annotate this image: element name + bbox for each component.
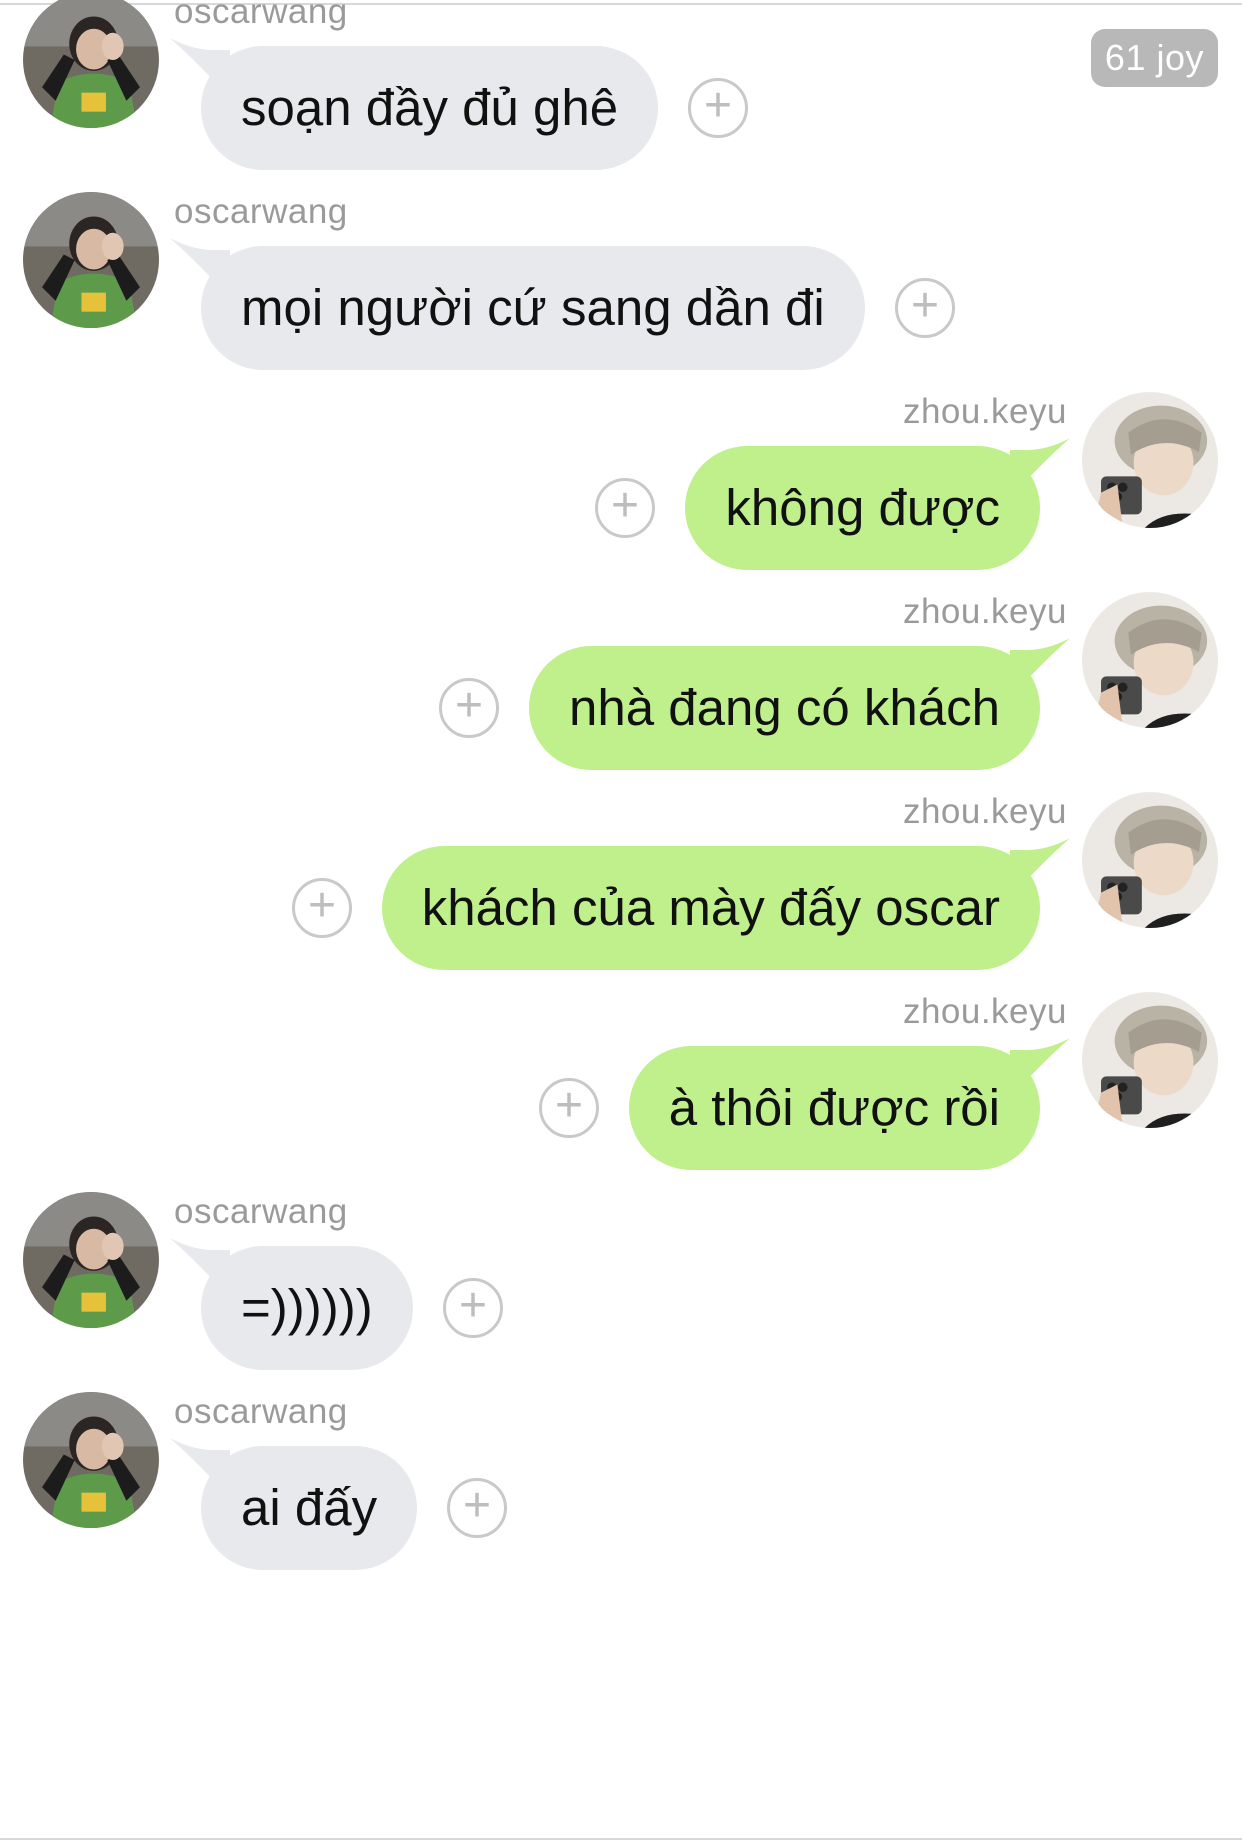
sender-name: zhou.keyu [902,392,1067,431]
add-reaction-icon[interactable]: + [895,278,955,338]
incoming-message-bubble[interactable]: =)))))) [201,1246,413,1370]
add-reaction-icon[interactable]: + [539,1078,599,1138]
oscarwang-avatar[interactable] [23,192,159,328]
add-reaction-icon[interactable]: + [443,1278,503,1338]
sender-name: oscarwang [174,192,348,231]
add-reaction-icon[interactable]: + [688,78,748,138]
oscarwang-avatar[interactable] [23,0,159,128]
zhou-keyu-avatar[interactable] [1082,592,1218,728]
sender-name: zhou.keyu [902,992,1067,1031]
zhou-keyu-avatar[interactable] [1082,792,1218,928]
add-reaction-icon[interactable]: + [292,878,352,938]
message-row: oscarwang =)))))) + [0,1192,1242,1392]
add-reaction-icon[interactable]: + [595,478,655,538]
message-row: zhou.keyu không được + [0,392,1242,592]
outgoing-message-bubble[interactable]: à thôi được rồi [628,1046,1040,1170]
incoming-message-bubble[interactable]: soạn đầy đủ ghê [201,46,659,170]
oscarwang-avatar[interactable] [23,1192,159,1328]
incoming-message-bubble[interactable]: ai đấy [201,1446,418,1570]
outgoing-message-bubble[interactable]: không được [685,446,1040,570]
sender-name: zhou.keyu [902,592,1067,631]
message-row: zhou.keyu à thôi được rồi + [0,992,1242,1192]
sender-name: zhou.keyu [902,792,1067,831]
message-row: oscarwang soạn đầy đủ ghê + [0,0,1242,192]
add-reaction-icon[interactable]: + [447,1478,507,1538]
zhou-keyu-avatar[interactable] [1082,392,1218,528]
sender-name: oscarwang [174,1392,348,1431]
message-row: zhou.keyu khách của mày đấy oscar + [0,792,1242,992]
outgoing-message-bubble[interactable]: khách của mày đấy oscar [381,846,1040,970]
sender-name: oscarwang [174,0,348,31]
outgoing-message-bubble[interactable]: nhà đang có khách [528,646,1040,770]
incoming-message-bubble[interactable]: mọi người cứ sang dần đi [201,246,865,370]
message-row: oscarwang mọi người cứ sang dần đi + [0,192,1242,392]
sender-name: oscarwang [174,1192,348,1231]
message-row: oscarwang ai đấy + [0,1392,1242,1592]
add-reaction-icon[interactable]: + [439,678,499,738]
oscarwang-avatar[interactable] [23,1392,159,1528]
zhou-keyu-avatar[interactable] [1082,992,1218,1128]
chat-thread: 61 joy oscarwang soạn đầy đủ ghê + oscarw… [0,0,1242,1847]
message-row: zhou.keyu nhà đang có khách + [0,592,1242,792]
bottom-divider [0,1838,1242,1840]
